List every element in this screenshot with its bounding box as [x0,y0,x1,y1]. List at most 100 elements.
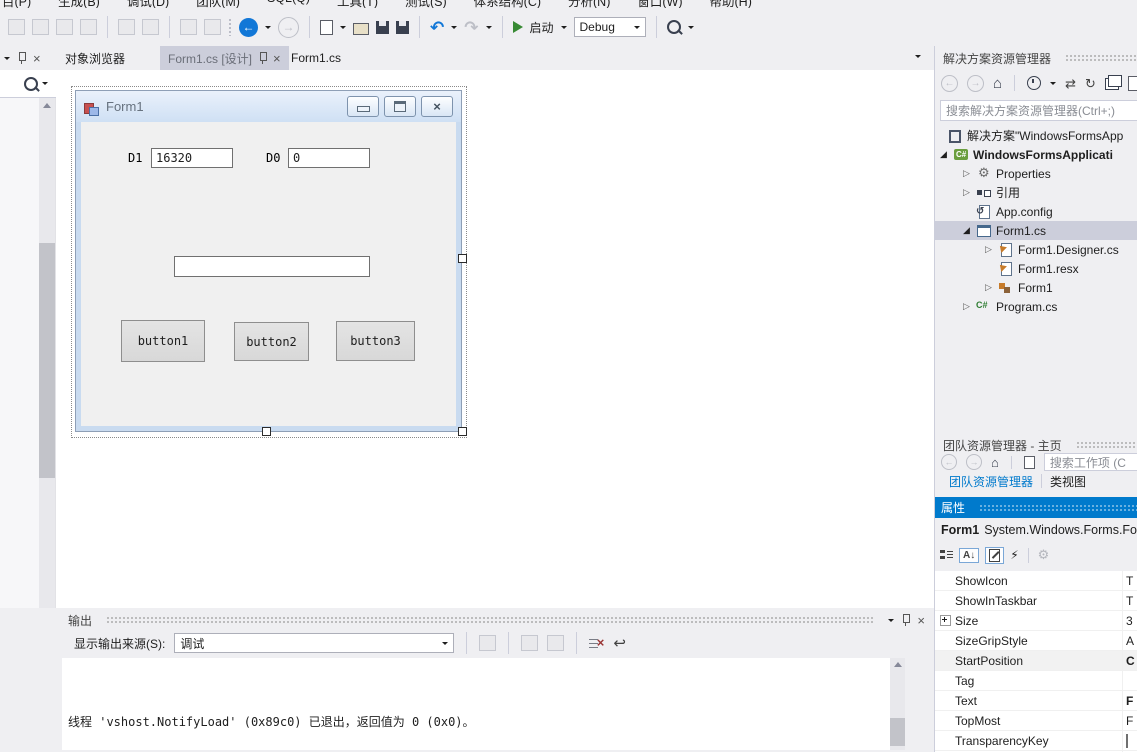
menu-item-project[interactable]: 目(P) [2,0,31,8]
menu-item-architecture[interactable]: 体系结构(C) [474,0,541,8]
color-swatch[interactable] [1126,734,1128,748]
tab-object-browser[interactable]: 对象浏览器 [57,46,133,70]
find-in-files-icon[interactable] [667,20,681,34]
align-lefts-icon[interactable] [8,19,25,35]
align-centers-icon[interactable] [32,19,49,35]
button1[interactable]: button1 [121,320,205,362]
scrollbar-thumb[interactable] [39,243,55,478]
output-header[interactable]: 输出 × [60,610,933,630]
show-all-files-icon[interactable] [1128,76,1137,91]
pin-icon[interactable] [259,52,266,64]
navigate-forward-icon[interactable]: → [278,17,299,38]
alphabetical-toggle[interactable]: A↓ [959,548,979,563]
form-client-area[interactable]: D1 16320 D0 0 button1 button2 button3 [81,122,456,426]
work-item-search-input[interactable]: 搜索工作项 (C [1044,453,1137,471]
new-file-icon[interactable] [320,20,333,35]
expander-expanded-icon[interactable]: ◢ [963,225,976,236]
scroll-up-icon[interactable] [43,103,51,108]
tree-item-solution[interactable]: 解决方案"WindowsFormsApp [935,126,1137,145]
expander-collapsed-icon[interactable]: ▷ [985,282,998,293]
tree-item-form1cs[interactable]: ◢ Form1.cs [935,221,1137,240]
resize-handle-bottom[interactable] [262,427,271,436]
designed-form[interactable]: Form1 × D1 16320 D0 0 button1 button2 bu… [75,90,462,432]
menu-item-test[interactable]: 测试(S) [405,0,447,8]
left-pane-search[interactable] [0,70,56,98]
solution-configuration-combo[interactable]: Debug [574,17,646,37]
tree-item-references[interactable]: ▷ 引用 [935,183,1137,202]
collapse-all-icon[interactable] [1105,78,1119,90]
forward-icon[interactable]: → [967,75,984,92]
scrollbar-thumb[interactable] [890,718,905,746]
close-icon[interactable]: × [273,52,281,65]
next-message-icon[interactable] [547,635,564,651]
expander-expanded-icon[interactable]: ◢ [940,149,953,160]
output-source-combo[interactable]: 调试 [174,633,454,653]
forward-icon[interactable]: → [966,454,982,470]
property-row[interactable]: SizeGripStyle A [935,631,1137,651]
menu-item-tools[interactable]: 工具(T) [337,0,378,8]
tree-item-resx[interactable]: Form1.resx [935,259,1137,278]
solution-search-input[interactable]: 搜索解决方案资源管理器(Ctrl+;) [940,100,1137,121]
textbox-d0[interactable]: 0 [288,148,370,168]
tab-team-explorer[interactable]: 团队资源管理器 [941,473,1041,490]
close-icon[interactable]: × [917,614,925,627]
window-menu-caret-icon[interactable] [4,57,10,60]
toolbar-grip[interactable] [228,18,232,36]
categorized-icon[interactable] [940,549,953,561]
back-icon[interactable]: ← [941,454,957,470]
button3[interactable]: button3 [336,321,415,361]
property-row[interactable]: ShowInTaskbar T [935,591,1137,611]
menu-item-analyze[interactable]: 分析(N) [568,0,610,8]
property-row[interactable]: Text F [935,691,1137,711]
property-row[interactable]: Tag [935,671,1137,691]
start-debug-dropdown[interactable] [561,26,567,29]
property-row[interactable]: StartPosition C [935,651,1137,671]
tree-item-designer[interactable]: ▷ Form1.Designer.cs [935,240,1137,259]
property-row[interactable]: TopMost F [935,711,1137,731]
expander-collapsed-icon[interactable]: ▷ [985,244,998,255]
tree-item-project[interactable]: ◢ WindowsFormsApplicati [935,145,1137,164]
send-to-back-icon[interactable] [204,19,221,35]
pin-icon[interactable] [902,614,909,626]
new-file-dropdown[interactable] [340,26,346,29]
open-file-icon[interactable] [353,23,369,35]
home-icon[interactable]: ⌂ [991,456,999,469]
property-row[interactable]: ShowIcon T [935,571,1137,591]
maximize-button[interactable] [384,96,416,117]
close-icon[interactable]: × [33,52,41,65]
properties-object-row[interactable]: Form1 System.Windows.Forms.Fo [935,519,1137,541]
home-icon[interactable]: ⌂ [993,76,1002,91]
menu-item-debug[interactable]: 调试(D) [127,0,169,8]
save-icon[interactable] [376,21,389,34]
property-pages-icon[interactable]: ⚙ [1038,547,1050,563]
resize-handle-bottom-right[interactable] [458,427,467,436]
tab-well-overflow-icon[interactable] [915,55,921,58]
tree-item-appconfig[interactable]: App.config [935,202,1137,221]
undo-icon[interactable]: ↶ [430,19,444,36]
output-text-area[interactable]: 线程 'vshost.NotifyLoad' (0x89c0) 已退出，返回值为… [62,658,905,750]
bring-to-front-icon[interactable] [180,19,197,35]
menu-item-help[interactable]: 帮助(H) [710,0,752,8]
navigate-back-icon[interactable]: ← [239,18,258,37]
align-tops-icon[interactable] [56,19,73,35]
menu-item-sql[interactable]: SQL(Q) [267,0,310,8]
button2[interactable]: button2 [234,322,309,361]
tab-form1-code[interactable]: Form1.cs [283,46,349,70]
menu-item-window[interactable]: 窗口(W) [637,0,682,8]
expander-collapsed-icon[interactable]: ▷ [963,187,976,198]
align-middles-icon[interactable] [80,19,97,35]
minimize-button[interactable] [347,96,379,117]
previous-message-icon[interactable] [521,635,538,651]
redo-dropdown[interactable] [486,26,492,29]
goto-message-icon[interactable] [479,635,496,651]
filter-dropdown[interactable] [1050,82,1056,85]
menu-item-team[interactable]: 团队(M) [196,0,240,8]
menu-item-build[interactable]: 生成(B) [58,0,100,8]
textbox-main[interactable] [174,256,370,277]
property-row[interactable]: TransparencyKey [935,731,1137,751]
sync-with-active-document-icon[interactable]: ⇄ [1065,77,1076,90]
resize-handle-right[interactable] [458,254,467,263]
clear-all-icon[interactable] [589,637,604,650]
search-options-caret-icon[interactable] [42,82,48,85]
designer-surface[interactable]: Form1 × D1 16320 D0 0 button1 button2 bu… [56,70,934,608]
